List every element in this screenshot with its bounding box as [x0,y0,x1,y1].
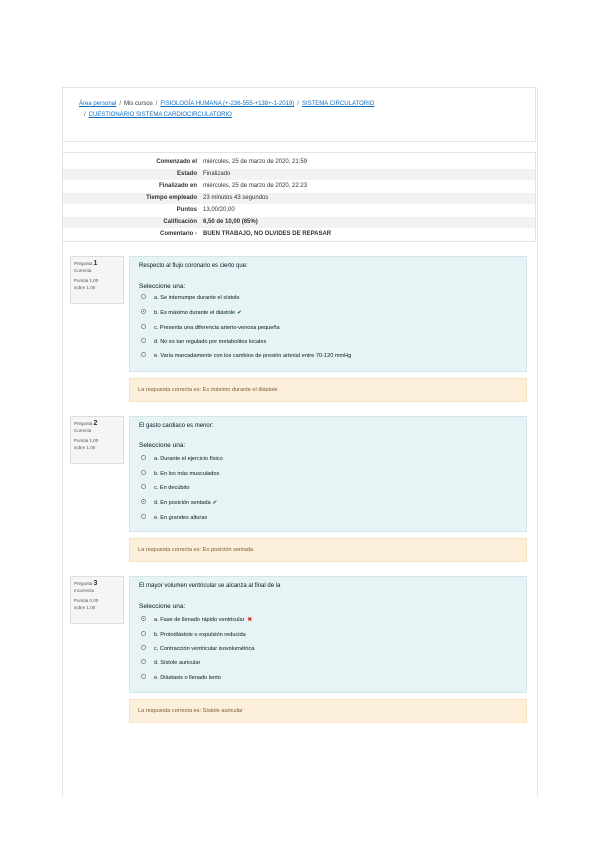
radio-button[interactable] [141,514,146,520]
question-prompt: Seleccione una: [139,283,186,290]
summary-row-started: Comenzado el miércoles, 25 de marzo de 20… [156,159,308,165]
question-1-feedback: La respuesta correcta es: Es máximo dura… [129,378,527,402]
question-status: Correcta [74,268,92,273]
answer-option[interactable]: c. Contracción ventricular isovolumétric… [141,644,254,654]
breadcrumb: Área personal / Mis cursos / FISIOLOGÍA HUMA… [62,87,536,142]
radio-button[interactable] [141,455,146,461]
answer-option[interactable]: b. Protodiástole o expulsión reducida [141,630,246,640]
question-number: 2 [93,420,98,427]
breadcrumb-item-mis-cursos[interactable]: Mis cursos [124,101,153,107]
question-score: Puntúa 1,00 [74,438,99,443]
attempt-summary: Comenzado el miércoles, 25 de marzo de 20… [62,152,536,242]
radio-button-selected[interactable] [141,616,146,622]
answer-option[interactable]: c. Presenta una diferencia arterio-venos… [141,323,280,333]
radio-button-selected[interactable] [141,309,146,315]
radio-button[interactable] [141,324,146,330]
question-3-content: El mayor volumen ventricular se alcanza … [129,576,527,693]
check-icon: ✔ [237,310,242,316]
answer-option[interactable]: e. Varía marcadamente con los cambios de… [141,351,351,361]
question-number: 3 [93,580,98,587]
answer-option[interactable]: b. Es máximo durante el diástole ✔ [141,308,242,318]
question-number: 1 [93,260,98,267]
question-text: El gasto cardiaco es menor: [139,423,214,429]
breadcrumb-item-area-personal[interactable]: Área personal [79,101,116,107]
answer-option[interactable]: d. No es tan regulado por metabolitos lo… [141,337,266,347]
question-info-2: Pregunta 2 Correcta Puntúa 1,00 sobre 1,… [70,416,124,464]
question-max-score: sobre 1,00 [74,285,96,290]
summary-row-finished: Finalizado en miércoles, 25 de marzo de 2… [158,183,308,189]
breadcrumb-item-section[interactable]: SISTEMA CIRCULATORIO [302,101,374,107]
answer-option[interactable]: d. Sístole auricular [141,658,200,668]
radio-button[interactable] [141,631,146,637]
question-text: Respecto al flujo coronario es cierto qu… [139,263,248,269]
summary-row-comment: Comentario - BUEN TRABAJO, NO OLVIDES DE … [159,231,332,237]
question-3-feedback: La respuesta correcta es: Sístole auricu… [129,699,527,723]
question-max-score: sobre 1,00 [74,445,96,450]
breadcrumb-item-quiz[interactable]: CUESTIONARIO SISTEMA CARDIOCIRCULATORIO [89,112,232,118]
radio-button[interactable] [141,470,146,476]
summary-row-time: Tiempo empleado 23 minutos 43 segundos [63,193,535,204]
question-2-feedback: La respuesta correcta es: En posición se… [129,538,527,562]
cross-icon: ✖ [247,617,253,623]
summary-row-points: Puntos 13,00/20,00 [176,207,235,213]
question-info-1: Pregunta 1 Correcta Puntúa 1,00 sobre 1,… [70,256,124,304]
question-text: El mayor volumen ventricular se alcanza … [139,583,281,589]
answer-option[interactable]: d. En posición sentada ✔ [141,498,217,508]
answer-option[interactable]: c. En decúbito [141,483,189,493]
answer-option[interactable]: a. Fase de llenado rápido ventricular ✖ [141,615,252,625]
question-2-content: El gasto cardiaco es menor: Seleccione u… [129,416,527,532]
radio-button[interactable] [141,484,146,490]
answer-option[interactable]: e. En grandes alturas [141,513,207,523]
answer-option[interactable]: b. En los más musculados [141,469,219,479]
answer-option[interactable]: a. Se interrumpe durante el sístole [141,293,240,303]
question-status: Correcta [74,428,92,433]
radio-button[interactable] [141,645,146,651]
question-info-3: Pregunta 3 Incorrecta Puntúa 0,00 sobre … [70,576,124,624]
radio-button-selected[interactable] [141,499,146,505]
radio-button[interactable] [141,352,146,358]
answer-option[interactable]: e. Diástasis o llenado lento [141,673,221,683]
radio-button[interactable] [141,659,146,665]
question-max-score: sobre 1,00 [74,605,96,610]
check-icon: ✔ [212,500,218,506]
radio-button[interactable] [141,294,146,300]
radio-button[interactable] [141,674,146,680]
answer-option[interactable]: a. Durante el ejercicio físico [141,454,223,464]
question-1-content: Respecto al flujo coronario es cierto qu… [129,256,527,372]
radio-button[interactable] [141,338,146,344]
question-status: Incorrecta [74,588,95,593]
breadcrumb-item-course[interactable]: FISIOLOGÍA HUMANA (+-236-555-+138+-1-201… [160,101,294,107]
question-prompt: Seleccione una: [139,603,186,610]
summary-row-state: Estado Finalizado [63,169,535,180]
summary-row-grade: Calificación 6,50 de 10,00 (65%) [63,217,535,228]
question-prompt: Seleccione una: [139,442,186,449]
question-score: Puntúa 1,00 [74,278,99,283]
question-score: Puntúa 0,00 [74,598,99,603]
